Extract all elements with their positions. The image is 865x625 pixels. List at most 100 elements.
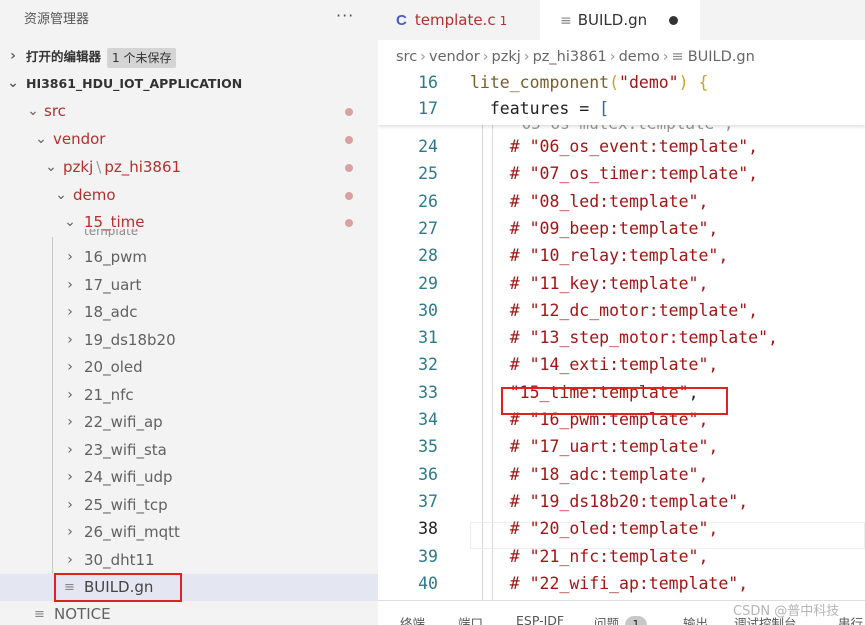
tree-item-label: 22_wifi_ap [84, 413, 163, 431]
code-line-peek: "05_os_mutex:template", [512, 124, 734, 132]
code-line[interactable]: # "10_relay:template", [470, 246, 729, 265]
breadcrumb-item[interactable]: pzkj [492, 49, 521, 65]
breadcrumb-item[interactable]: pz_hi3861 [533, 49, 607, 65]
tree-item-folder[interactable]: › 19_ds18b20 [0, 327, 378, 354]
chevron-down-icon: ⌄ [35, 131, 47, 147]
chevron-right-icon: › [482, 49, 489, 65]
chevron-right-icon: › [67, 414, 73, 430]
breadcrumb-item[interactable]: demo [619, 49, 660, 65]
chevron-right-icon: › [67, 441, 73, 458]
code-line[interactable]: # "07_os_timer:template", [470, 164, 758, 183]
problem-count: 1 [499, 14, 508, 28]
tree-item-folder[interactable]: › 30_dht11 [0, 547, 378, 574]
tree-item-folder[interactable]: › 24_wifi_udp [0, 464, 378, 491]
chevron-right-icon: › [10, 48, 16, 64]
tab-build-gn[interactable]: ≡ BUILD.gn [540, 0, 700, 40]
unsaved-badge: 1 个未保存 [107, 47, 177, 68]
workspace-section[interactable]: ⌄ HI3861_HDU_IOT_APPLICATION [0, 70, 378, 97]
tree-item-demo[interactable]: ⌄ demo [0, 182, 378, 209]
modified-dot [345, 136, 353, 144]
tree-item-label: 18_adc [84, 303, 138, 321]
code-line[interactable]: # "14_exti:template", [470, 355, 719, 375]
comment-text: # "13_step_motor:template", [470, 328, 778, 348]
brace: { [698, 73, 709, 92]
open-editors-section[interactable]: › 打开的编辑器 1 个未保存 [0, 43, 378, 70]
code-line[interactable]: # "13_step_motor:template", [470, 328, 778, 347]
tree-item-vendor[interactable]: ⌄ vendor [0, 126, 378, 153]
unsaved-dot-icon[interactable] [669, 16, 678, 25]
tree-item-src[interactable]: ⌄ src [0, 98, 378, 125]
tree-item-folder[interactable]: › 23_wifi_sta [0, 437, 378, 464]
modified-dot [345, 164, 353, 172]
chevron-down-icon: ⌄ [64, 214, 76, 230]
code-line[interactable]: features = [ [470, 99, 609, 118]
line-number: 27 [418, 218, 438, 238]
panel-tab-ports[interactable]: 端口 [458, 613, 483, 625]
chevron-right-icon: › [67, 496, 73, 513]
line-number: 31 [418, 328, 438, 348]
explorer-sidebar: 资源管理器 ··· › 打开的编辑器 1 个未保存 ⌄ HI3861_HDU_IO… [0, 0, 378, 625]
chevron-right-icon: › [67, 304, 73, 320]
tree-item-folder[interactable]: › 25_wifi_tcp [0, 492, 378, 519]
code-line[interactable]: # "17_uart:template", [470, 437, 719, 457]
chevron-right-icon: › [609, 49, 616, 65]
panel-tab-label: 问题 [594, 616, 620, 625]
code-line[interactable]: # "11_key:template", [470, 273, 709, 293]
comment-text: # "07_os_timer:template", [470, 164, 759, 184]
comment-text: # "17_uart:template", [470, 437, 719, 457]
breadcrumb-item[interactable]: vendor [429, 49, 480, 65]
tree-item-label: demo [73, 186, 116, 204]
open-editors-label: 打开的编辑器 [26, 49, 102, 64]
panel-tab-esp-idf[interactable]: ESP-IDF [516, 613, 564, 625]
tree-item-folder[interactable]: › 21_nfc [0, 382, 378, 409]
chevron-right-icon: › [662, 49, 669, 65]
more-actions-icon[interactable]: ··· [336, 6, 354, 25]
tree-item-pzkj[interactable]: ⌄ pzkj \ pz_hi3861 [0, 154, 378, 181]
breadcrumb-item[interactable]: BUILD.gn [688, 49, 755, 65]
line-number: 38 [418, 519, 438, 539]
line-number: 24 [418, 137, 438, 156]
editor-tabs: Ctemplate.c 1 ≡ BUILD.gn [378, 0, 865, 40]
tree-item-notice[interactable]: ≡ NOTICE [0, 601, 378, 625]
panel-tab-terminal[interactable]: 终端 [400, 613, 425, 625]
line-number: 25 [418, 164, 438, 184]
tree-item-15-time[interactable]: ⌄ 15_time [0, 209, 378, 231]
panel-tab-output[interactable]: 输出 [683, 613, 708, 625]
tree-item-folder[interactable]: › 18_adc [0, 299, 378, 326]
comment-text: # "11_key:template", [470, 273, 709, 293]
tab-label: template.c [414, 11, 496, 29]
code-line[interactable]: # "09_beep:template", [470, 219, 719, 238]
tree-item-folder[interactable]: › 22_wifi_ap [0, 409, 378, 436]
tree-item-folder[interactable]: › 26_wifi_mqtt [0, 519, 378, 546]
comment-text: # "08_led:template", [470, 191, 709, 211]
sticky-scroll-header: 16 lite_component("demo") { 17 features … [378, 70, 865, 125]
tree-item-folder[interactable]: › 16_pwm [0, 244, 378, 271]
code-line[interactable]: # "18_adc:template", [470, 465, 709, 484]
code-line[interactable]: # "06_os_event:template", [470, 137, 758, 156]
tree-item-label: 17_uart [84, 275, 142, 294]
code-line[interactable]: # "22_wifi_ap:template", [470, 574, 748, 593]
code-line[interactable]: lite_component("demo") { [470, 73, 708, 92]
line-number: 40 [418, 573, 438, 593]
code-line[interactable]: # "21_nfc:template", [470, 547, 709, 566]
code-line[interactable]: # "20_oled:template", [470, 519, 719, 538]
chevron-right-icon: › [67, 551, 73, 568]
code-line[interactable]: # "19_ds18b20:template", [470, 492, 748, 511]
tab-template-c[interactable]: Ctemplate.c 1 [378, 0, 538, 40]
tree-item-folder[interactable]: › 20_oled [0, 354, 378, 381]
tree-item-folder[interactable]: › 17_uart [0, 272, 378, 299]
chevron-right-icon: › [67, 524, 73, 540]
comment-text: # "14_exti:template", [470, 355, 719, 375]
annotation-highlight-box [501, 387, 728, 415]
comment-text: # "19_ds18b20:template", [470, 491, 749, 511]
panel-tab-problems[interactable]: 问题 1 [594, 613, 648, 625]
code-line[interactable]: # "12_dc_motor:template", [470, 301, 758, 320]
modified-dot [345, 219, 353, 227]
tree-item-label: 26_wifi_mqtt [84, 523, 180, 541]
code-line[interactable]: # "08_led:template", [470, 191, 709, 211]
panel-tab-serial[interactable]: 串行 [838, 613, 863, 625]
breadcrumb-item[interactable]: src [396, 49, 417, 65]
chevron-right-icon: › [67, 359, 73, 375]
file-lines-icon: ≡ [34, 607, 45, 622]
line-number: 39 [418, 546, 438, 566]
